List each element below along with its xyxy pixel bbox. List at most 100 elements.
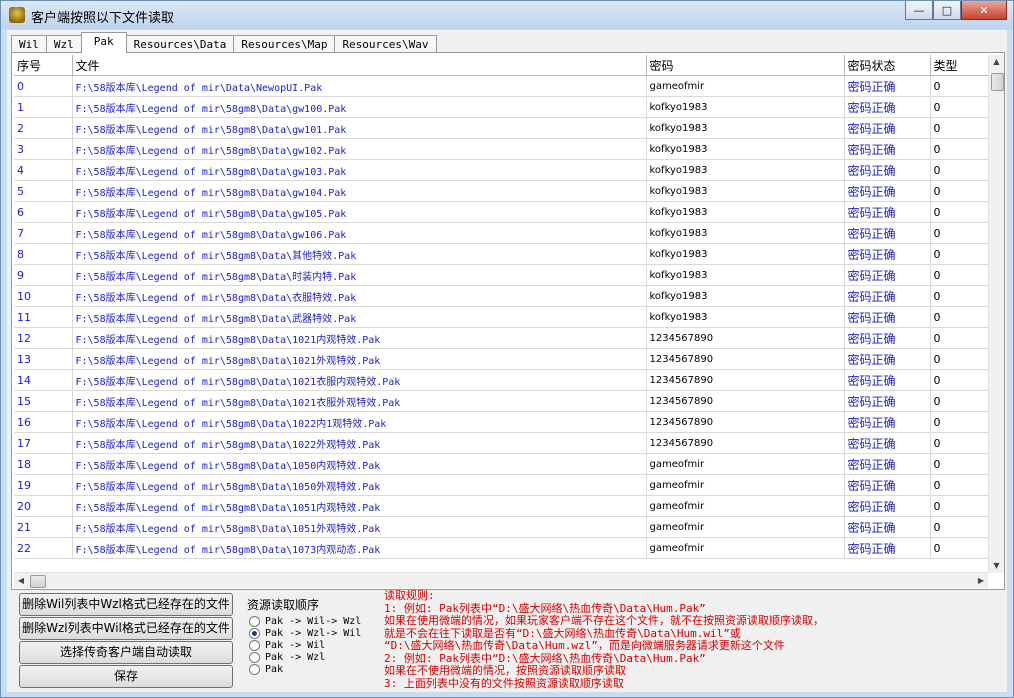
row-index: 14 [14, 369, 73, 391]
column-header-type[interactable]: 类型 [930, 55, 988, 76]
column-header-index[interactable]: 序号 [14, 55, 73, 76]
row-index: 17 [14, 432, 73, 454]
row-password-status: 密码正确 [844, 495, 931, 517]
tab-wzl[interactable]: Wzl [45, 35, 82, 53]
row-index: 8 [14, 243, 73, 265]
file-list-grid[interactable]: 序号 文件 密码 密码状态 类型 0 F:\58版本库\Legend of mir… [14, 55, 988, 573]
row-password-status: 密码正确 [844, 243, 931, 265]
read-order-option-label: Pak -> Wzl [265, 651, 326, 663]
row-file-path: F:\58版本库\Legend of mir\58gm8\Data\1021衣服… [72, 390, 647, 412]
scroll-right-icon[interactable]: ▶ [974, 573, 988, 588]
save-button[interactable]: 保存 [19, 665, 233, 688]
table-row[interactable]: 18 F:\58版本库\Legend of mir\58gm8\Data\1050… [14, 453, 988, 475]
read-order-option-4[interactable]: Pak -> Wzl [249, 651, 325, 663]
tab-resources-map[interactable]: Resources\Map [233, 35, 336, 53]
read-order-option-3[interactable]: Pak -> Wil [249, 639, 325, 651]
table-row[interactable]: 13 F:\58版本库\Legend of mir\58gm8\Data\1021… [14, 348, 988, 370]
table-row[interactable]: 15 F:\58版本库\Legend of mir\58gm8\Data\1021… [14, 390, 988, 412]
table-row[interactable]: 0 F:\58版本库\Legend of mir\Data\NewopUI.Pak… [14, 75, 988, 97]
rules-line: “D:\盛大网络\热血传奇\Data\Hum.wzl”，而是向微端服务器请求更新… [384, 639, 785, 652]
table-row[interactable]: 21 F:\58版本库\Legend of mir\58gm8\Data\1051… [14, 516, 988, 538]
minimize-button[interactable]: — [905, 1, 933, 20]
vertical-scrollbar[interactable]: ▲ ▼ [988, 55, 1004, 573]
row-password: kofkyo1983 [646, 201, 845, 223]
row-file-path: F:\58版本库\Legend of mir\58gm8\Data\gw105.… [72, 201, 647, 223]
row-type: 0 [930, 285, 988, 307]
table-row[interactable]: 17 F:\58版本库\Legend of mir\58gm8\Data\1022… [14, 432, 988, 454]
radio-icon[interactable] [249, 639, 260, 651]
client-area: Wil Wzl Pak Resources\Data Resources\Map… [7, 30, 1007, 692]
table-row[interactable]: 11 F:\58版本库\Legend of mir\58gm8\Data\武器特效… [14, 306, 988, 328]
row-password-status: 密码正确 [844, 390, 931, 412]
row-type: 0 [930, 201, 988, 223]
table-row[interactable]: 6 F:\58版本库\Legend of mir\58gm8\Data\gw105… [14, 201, 988, 223]
table-row[interactable]: 14 F:\58版本库\Legend of mir\58gm8\Data\1021… [14, 369, 988, 391]
table-row[interactable]: 22 F:\58版本库\Legend of mir\58gm8\Data\1073… [14, 537, 988, 559]
tab-pak[interactable]: Pak [80, 32, 127, 53]
row-password: 1234567890 [646, 411, 845, 433]
row-index: 20 [14, 495, 73, 517]
auto-read-client-button[interactable]: 选择传奇客户端自动读取 [19, 641, 233, 664]
row-index: 6 [14, 201, 73, 223]
close-button[interactable]: ✕ [961, 1, 1007, 20]
radio-selected-icon[interactable] [249, 627, 260, 639]
tab-resources-data[interactable]: Resources\Data [125, 35, 235, 53]
row-password: kofkyo1983 [646, 138, 845, 160]
row-file-path: F:\58版本库\Legend of mir\58gm8\Data\gw106.… [72, 222, 647, 244]
column-header-password[interactable]: 密码 [646, 55, 845, 76]
pak-tab-page: 序号 文件 密码 密码状态 类型 0 F:\58版本库\Legend of mir… [11, 52, 1005, 590]
row-password-status: 密码正确 [844, 285, 931, 307]
title-bar[interactable]: 客户端按照以下文件读取 — □ ✕ [1, 1, 1013, 29]
column-header-password-status[interactable]: 密码状态 [844, 55, 931, 76]
table-header-row: 序号 文件 密码 密码状态 类型 [14, 55, 988, 76]
horizontal-scrollbar[interactable]: ◀ ▶ [14, 572, 988, 588]
table-row[interactable]: 16 F:\58版本库\Legend of mir\58gm8\Data\1022… [14, 411, 988, 433]
row-type: 0 [930, 264, 988, 286]
read-order-option-2[interactable]: Pak -> Wzl-> Wil [249, 627, 361, 639]
row-password: 1234567890 [646, 390, 845, 412]
table-row[interactable]: 5 F:\58版本库\Legend of mir\58gm8\Data\gw104… [14, 180, 988, 202]
table-row[interactable]: 20 F:\58版本库\Legend of mir\58gm8\Data\1051… [14, 495, 988, 517]
row-index: 2 [14, 117, 73, 139]
vertical-scroll-thumb[interactable] [991, 73, 1004, 91]
maximize-button[interactable]: □ [933, 1, 961, 20]
row-file-path: F:\58版本库\Legend of mir\Data\NewopUI.Pak [72, 75, 647, 97]
delete-wil-duplicates-button[interactable]: 删除Wil列表中Wzl格式已经存在的文件 [19, 593, 233, 616]
table-row[interactable]: 12 F:\58版本库\Legend of mir\58gm8\Data\1021… [14, 327, 988, 349]
row-password-status: 密码正确 [844, 516, 931, 538]
table-row[interactable]: 3 F:\58版本库\Legend of mir\58gm8\Data\gw102… [14, 138, 988, 160]
rules-line: 如果在使用微端的情况，如果玩家客户端不存在这个文件，就不在按照资源读取顺序读取， [384, 614, 824, 627]
column-header-file[interactable]: 文件 [72, 55, 647, 76]
tab-resources-wav[interactable]: Resources\Wav [334, 35, 437, 53]
scroll-down-icon[interactable]: ▼ [989, 559, 1004, 573]
table-row[interactable]: 7 F:\58版本库\Legend of mir\58gm8\Data\gw106… [14, 222, 988, 244]
table-row[interactable]: 10 F:\58版本库\Legend of mir\58gm8\Data\衣服特效… [14, 285, 988, 307]
table-row[interactable]: 2 F:\58版本库\Legend of mir\58gm8\Data\gw101… [14, 117, 988, 139]
tab-wil[interactable]: Wil [11, 35, 47, 53]
radio-icon[interactable] [249, 615, 260, 627]
read-order-option-5[interactable]: Pak [249, 663, 283, 675]
scroll-up-icon[interactable]: ▲ [989, 55, 1004, 69]
table-row[interactable]: 8 F:\58版本库\Legend of mir\58gm8\Data\其他特效.… [14, 243, 988, 265]
delete-wzl-duplicates-button[interactable]: 删除Wzl列表中Wil格式已经存在的文件 [19, 617, 233, 640]
row-password-status: 密码正确 [844, 75, 931, 97]
row-index: 7 [14, 222, 73, 244]
table-row[interactable]: 1 F:\58版本库\Legend of mir\58gm8\Data\gw100… [14, 96, 988, 118]
row-type: 0 [930, 159, 988, 181]
radio-icon[interactable] [249, 651, 260, 663]
table-row[interactable]: 19 F:\58版本库\Legend of mir\58gm8\Data\1050… [14, 474, 988, 496]
table-row[interactable]: 4 F:\58版本库\Legend of mir\58gm8\Data\gw103… [14, 159, 988, 181]
row-file-path: F:\58版本库\Legend of mir\58gm8\Data\gw100.… [72, 96, 647, 118]
app-icon [9, 7, 25, 23]
horizontal-scroll-thumb[interactable] [30, 575, 46, 588]
row-password: 1234567890 [646, 348, 845, 370]
radio-icon[interactable] [249, 663, 260, 675]
row-file-path: F:\58版本库\Legend of mir\58gm8\Data\1021外观… [72, 348, 647, 370]
scroll-left-icon[interactable]: ◀ [14, 573, 28, 588]
row-index: 3 [14, 138, 73, 160]
row-type: 0 [930, 348, 988, 370]
table-row[interactable]: 9 F:\58版本库\Legend of mir\58gm8\Data\时装内特.… [14, 264, 988, 286]
read-order-option-1[interactable]: Pak -> Wil-> Wzl [249, 615, 361, 627]
row-file-path: F:\58版本库\Legend of mir\58gm8\Data\1021衣服… [72, 369, 647, 391]
row-index: 13 [14, 348, 73, 370]
